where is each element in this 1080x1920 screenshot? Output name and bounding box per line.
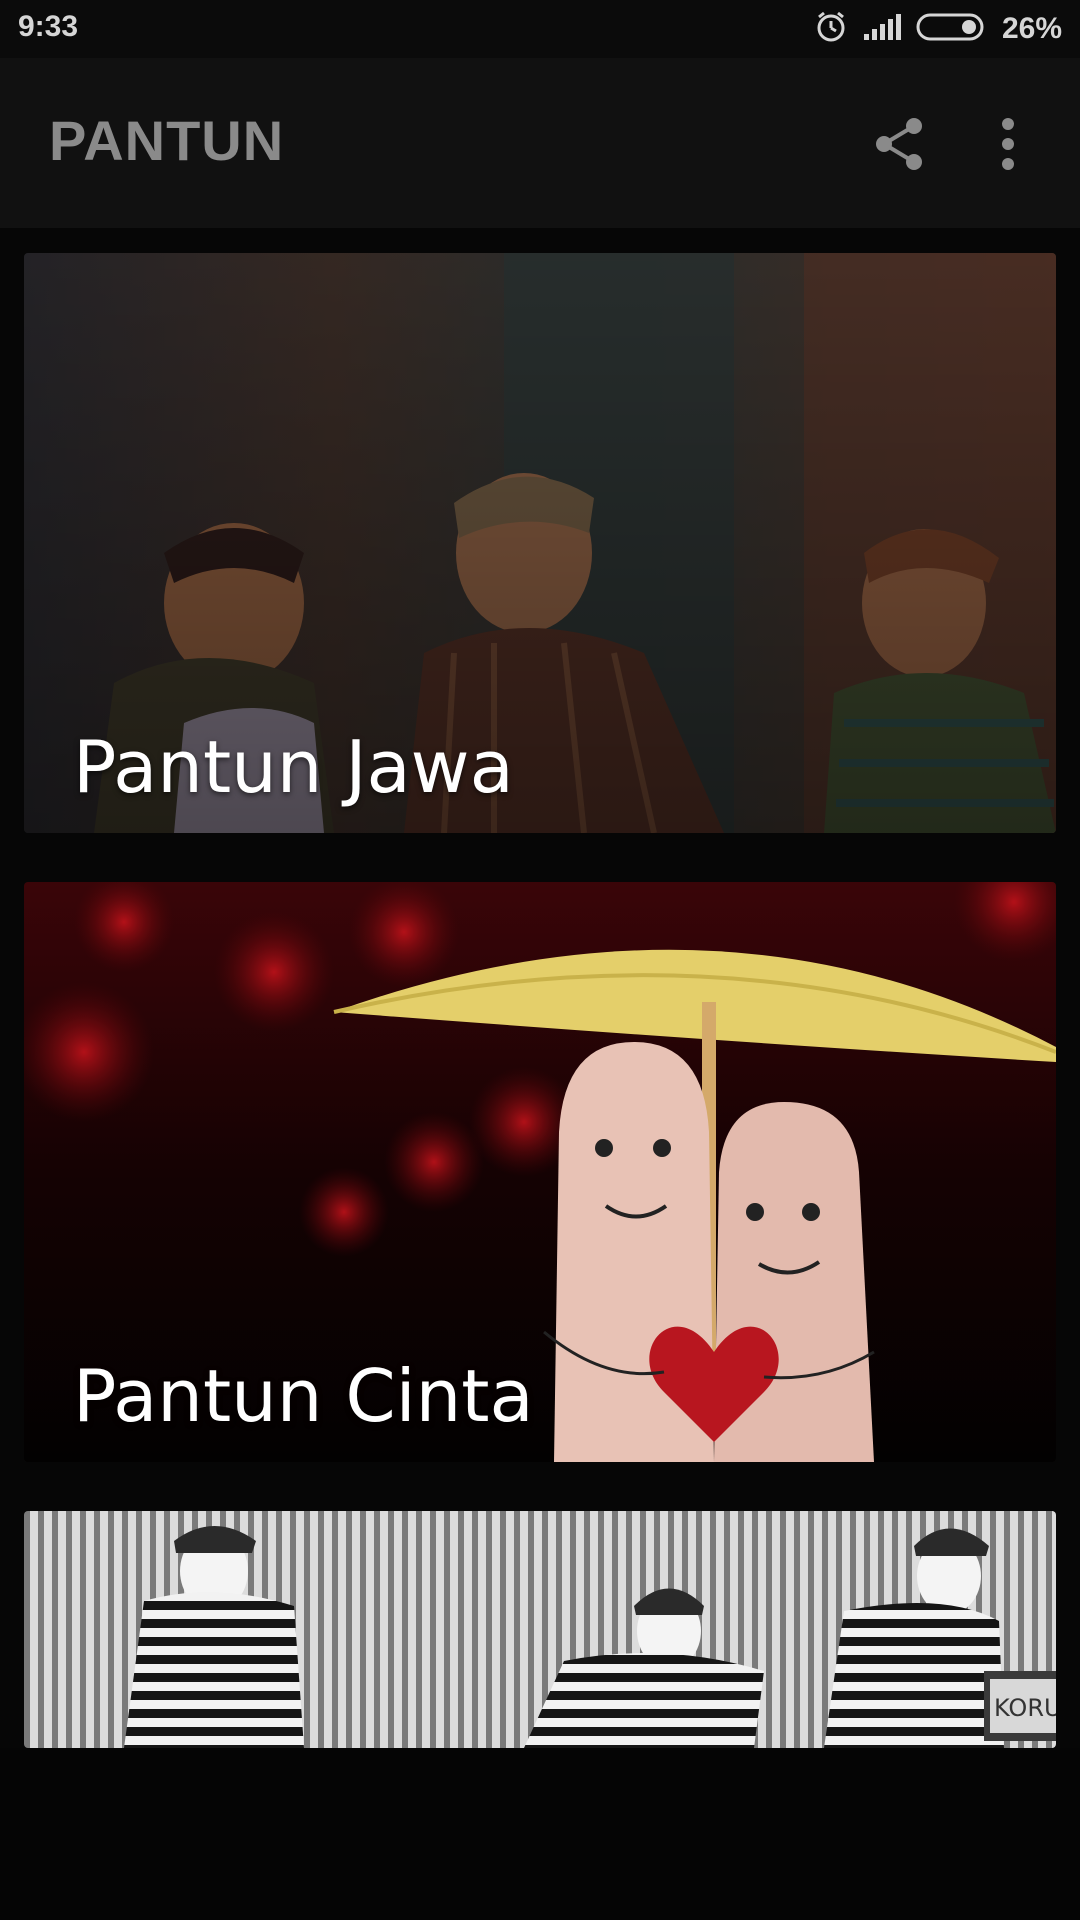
signal-icon bbox=[862, 12, 902, 47]
category-list: Pantun Jawa Pantun Cinta KORU bbox=[0, 228, 1080, 1748]
more-options-button[interactable] bbox=[968, 104, 1048, 184]
sign-text: KORUP bbox=[994, 1694, 1056, 1722]
status-icons: 26% bbox=[814, 8, 1062, 50]
status-bar: 9:33 26% bbox=[0, 0, 1080, 58]
share-icon bbox=[876, 118, 922, 170]
app-title: PANTUN bbox=[49, 109, 285, 172]
card-label: Pantun Jawa bbox=[73, 725, 514, 809]
card-pantun-mime[interactable]: KORUP bbox=[24, 1511, 1056, 1748]
mime-image: KORUP bbox=[24, 1511, 1056, 1748]
battery-icon bbox=[916, 12, 988, 47]
status-time: 9:33 bbox=[18, 10, 79, 43]
more-vert-icon bbox=[1002, 118, 1014, 170]
card-pantun-cinta[interactable]: Pantun Cinta bbox=[24, 882, 1056, 1462]
share-button[interactable] bbox=[860, 104, 940, 184]
bottom-area bbox=[0, 1748, 1080, 1920]
card-label: Pantun Cinta bbox=[73, 1354, 534, 1438]
card-pantun-jawa[interactable]: Pantun Jawa bbox=[24, 253, 1056, 833]
app-bar: PANTUN bbox=[0, 58, 1080, 228]
alarm-icon bbox=[814, 10, 848, 49]
battery-percent: 26% bbox=[1001, 12, 1062, 45]
